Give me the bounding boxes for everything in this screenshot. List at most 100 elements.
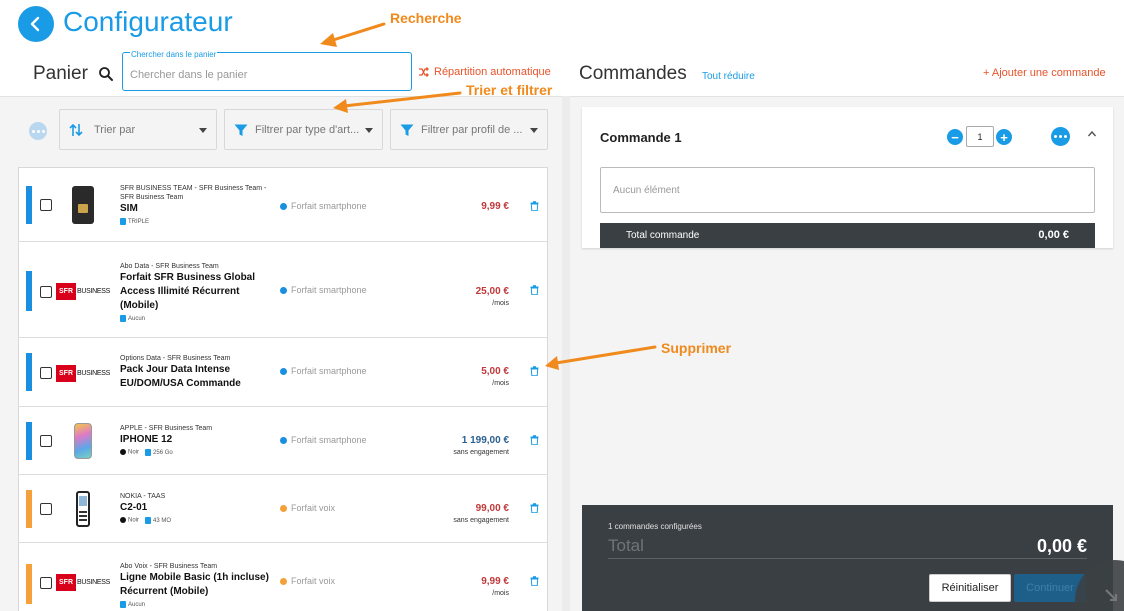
item-price: 9,99 € <box>481 201 509 212</box>
chevron-left-icon <box>30 16 40 32</box>
quantity-increase-button[interactable]: + <box>996 129 1012 145</box>
trash-icon[interactable] <box>530 201 539 211</box>
command-total-bar: Total commande 0,00 € <box>600 223 1095 248</box>
divider <box>608 558 1087 559</box>
type-filter-select[interactable]: Filtrer par type d'art... <box>224 109 383 150</box>
item-tags: Noir 256 Go <box>120 449 280 456</box>
sfr-business-logo: SFR BUSINESS <box>56 573 110 591</box>
command-total-label: Total commande <box>626 230 700 241</box>
item-info: Abo Voix - SFR Business Team Ligne Mobil… <box>120 562 280 608</box>
category-label: Forfait smartphone <box>291 366 367 376</box>
item-name: SIM <box>120 203 138 214</box>
commandes-title: Commandes <box>579 63 687 84</box>
cart-item-ligne-mobile: SFR BUSINESS Abo Voix - SFR Business Team… <box>19 543 547 611</box>
trash-icon[interactable] <box>530 435 539 445</box>
item-tags: Noir 43 MO <box>120 517 280 524</box>
category-dot <box>280 577 287 585</box>
sort-select[interactable]: Trier par <box>59 109 217 150</box>
item-tags: TRIPLE <box>120 218 280 225</box>
collapse-all-link[interactable]: Tout réduire <box>702 71 755 82</box>
product-image: SFR BUSINESS <box>55 350 111 396</box>
annotation-supprimer: Supprimer <box>661 340 732 356</box>
nokia-phone-image <box>76 491 90 527</box>
price-sub: /mois <box>492 590 509 597</box>
item-name: IPHONE 12 <box>120 434 173 445</box>
product-image: SFR BUSINESS <box>55 268 111 314</box>
add-command-link[interactable]: + Ajouter une commande <box>983 67 1106 79</box>
command-items-dropzone[interactable]: Aucun élément <box>600 167 1095 213</box>
summary-total-value: 0,00 € <box>1036 536 1087 556</box>
category-dot <box>280 504 287 512</box>
item-name: Pack Jour Data Intense EU/DOM/USA Comman… <box>120 364 241 389</box>
caret-down-icon <box>199 128 207 133</box>
trash-icon[interactable] <box>530 576 539 586</box>
category-dot <box>280 202 287 210</box>
item-tags: Aucun <box>120 315 280 322</box>
auto-split-button[interactable]: Répartition automatique <box>418 66 551 78</box>
item-checkbox[interactable] <box>40 367 52 379</box>
item-price: 9,99 € /mois <box>481 576 509 597</box>
item-category: Forfait smartphone <box>280 285 367 295</box>
cart-scrollbar[interactable] <box>562 96 570 611</box>
database-icon <box>120 315 126 322</box>
item-price: 1 199,00 € sans engagement <box>453 435 509 456</box>
reset-button[interactable]: Réinitialiser <box>929 574 1011 602</box>
sim-card-image <box>72 186 94 224</box>
filter-icon <box>400 124 414 136</box>
command-card: Commande 1 − + Aucun élément Total comma… <box>582 107 1113 248</box>
trash-icon[interactable] <box>530 366 539 376</box>
filter-icon <box>234 124 248 136</box>
header: Configurateur Panier Chercher dans le pa… <box>0 0 1124 96</box>
product-image <box>55 182 111 228</box>
search-floating-label: Chercher dans le panier <box>130 50 218 59</box>
item-checkbox[interactable] <box>40 577 52 589</box>
search-input[interactable] <box>130 69 400 81</box>
cart-item-forfait: SFR BUSINESS Abo Data - SFR Business Team… <box>19 242 547 338</box>
category-dot <box>280 367 287 375</box>
category-label: Forfait smartphone <box>291 435 367 445</box>
category-bar <box>26 490 32 528</box>
database-icon <box>120 218 126 225</box>
cart-list: SFR BUSINESS TEAM - SFR Business Team - … <box>18 167 548 611</box>
arrow-icon <box>1105 589 1117 601</box>
database-icon <box>145 517 152 524</box>
category-bar <box>26 564 32 604</box>
category-dot <box>280 286 287 294</box>
item-tag: 43 MO <box>153 518 172 525</box>
profile-filter-select[interactable]: Filtrer par profil de ... <box>390 109 548 150</box>
cart-more-button[interactable] <box>29 122 47 140</box>
item-info: SFR BUSINESS TEAM - SFR Business Team - … <box>120 184 280 225</box>
profile-filter-label: Filtrer par profil de ... <box>421 123 523 136</box>
summary-total-label: Total <box>608 536 644 555</box>
item-checkbox[interactable] <box>40 503 52 515</box>
cart-item-sim: SFR BUSINESS TEAM - SFR Business Team - … <box>19 168 547 242</box>
item-supplier: Abo Data - SFR Business Team <box>120 263 219 270</box>
item-checkbox[interactable] <box>40 435 52 447</box>
color-dot-icon <box>120 517 126 524</box>
item-checkbox[interactable] <box>40 199 52 211</box>
quantity-decrease-button[interactable]: − <box>947 129 963 145</box>
item-name: C2-01 <box>120 502 148 513</box>
sfr-business-logo: SFR BUSINESS <box>56 282 110 300</box>
panier-title: Panier <box>33 63 88 84</box>
database-icon <box>145 449 152 456</box>
sfr-business-logo: SFR BUSINESS <box>56 364 110 382</box>
command-more-button[interactable] <box>1051 127 1070 146</box>
shuffle-icon <box>419 67 429 77</box>
item-supplier: APPLE - SFR Business Team <box>120 425 213 432</box>
sort-icon <box>69 123 83 136</box>
cart-item-pack-data: SFR BUSINESS Options Data - SFR Business … <box>19 338 547 407</box>
price-value: 1 199,00 € <box>461 435 509 446</box>
trash-icon[interactable] <box>530 503 539 513</box>
database-icon <box>120 601 126 608</box>
trash-icon[interactable] <box>530 285 539 295</box>
item-info: Abo Data - SFR Business Team Forfait SFR… <box>120 262 280 322</box>
quantity-input[interactable] <box>966 126 994 147</box>
type-filter-label: Filtrer par type d'art... <box>255 123 360 136</box>
auto-split-label: Répartition automatique <box>434 66 551 78</box>
back-button[interactable] <box>18 6 54 42</box>
search-field[interactable]: Chercher dans le panier <box>122 50 412 91</box>
chevron-up-icon[interactable] <box>1087 129 1097 139</box>
item-checkbox[interactable] <box>40 286 52 298</box>
item-category: Forfait voix <box>280 503 335 513</box>
